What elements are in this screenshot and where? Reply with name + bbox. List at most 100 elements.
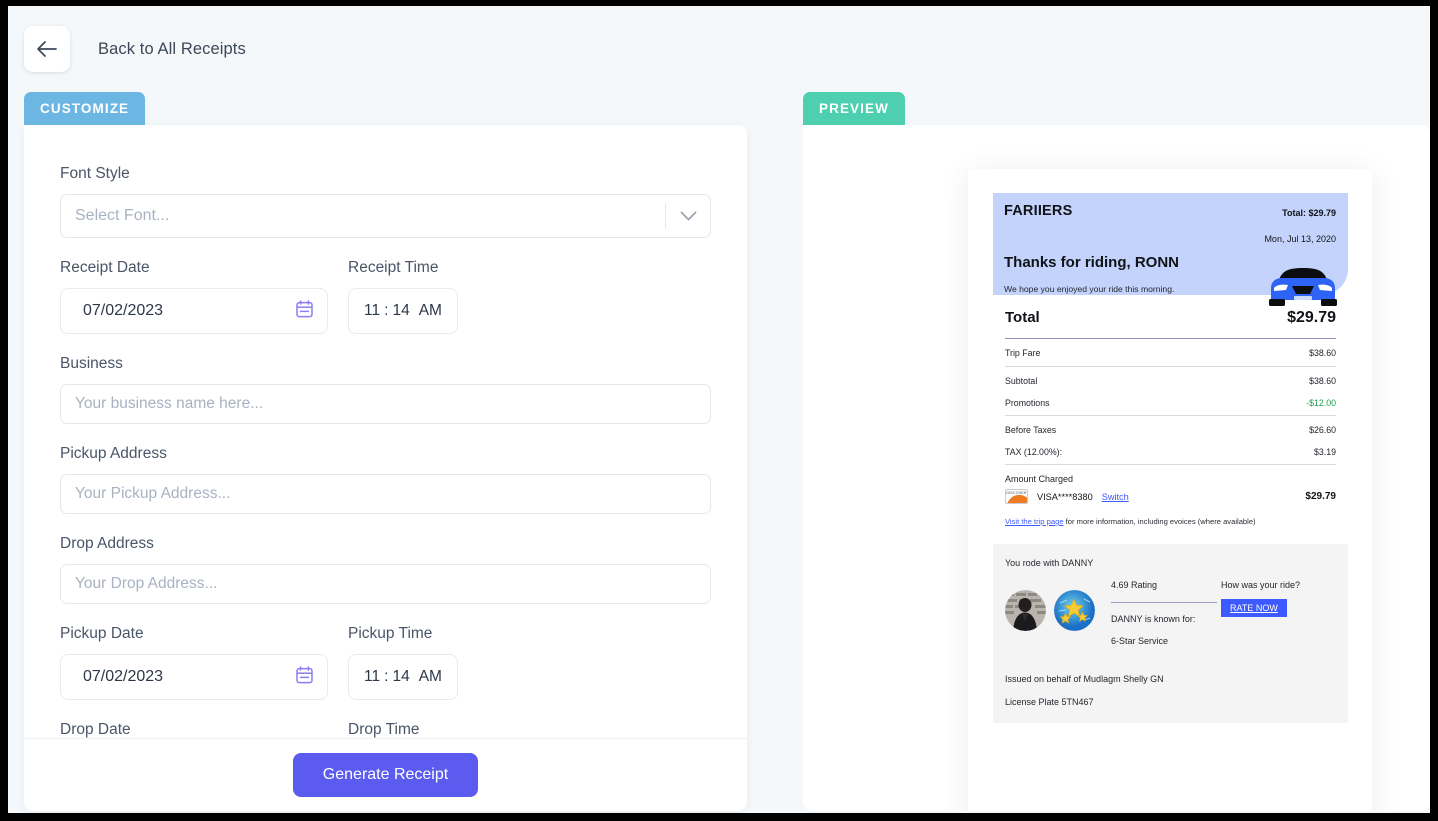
license-plate: License Plate 5TN467 bbox=[1005, 697, 1094, 707]
receipt-time-minute[interactable]: 14 bbox=[392, 302, 409, 320]
font-style-select[interactable]: Select Font... bbox=[60, 194, 711, 238]
field-receipt-time: Receipt Time 11 : 14 AM bbox=[348, 259, 458, 334]
app-frame: Back to All Receipts CUSTOMIZE Font Styl… bbox=[8, 6, 1430, 813]
field-drop-address: Drop Address bbox=[60, 535, 711, 604]
business-label: Business bbox=[60, 355, 123, 372]
line-amount: $3.19 bbox=[1313, 447, 1336, 457]
receipt-date-value: 07/02/2023 bbox=[83, 302, 164, 319]
pickup-date-value: 07/02/2023 bbox=[83, 668, 164, 685]
driver-rating-column: 4.69 Rating DANNY is known for: 6-Star S… bbox=[1111, 580, 1217, 646]
stars-badge-icon bbox=[1054, 590, 1095, 631]
field-drop-time: Drop Time bbox=[348, 721, 458, 738]
receipt-date-input[interactable]: 07/02/2023 bbox=[60, 288, 328, 334]
receipt-time-meridiem[interactable]: AM bbox=[419, 302, 442, 320]
line-amount: $38.60 bbox=[1309, 376, 1336, 386]
rate-column: How was your ride? RATE NOW bbox=[1221, 580, 1300, 617]
field-drop-date: Drop Date bbox=[60, 721, 328, 738]
generate-receipt-button[interactable]: Generate Receipt bbox=[292, 753, 479, 797]
font-style-value: Select Font... bbox=[75, 207, 170, 224]
receipt-hero-row: FARIIERS Total: $29.79 Mon, Jul 13, 2020 bbox=[1004, 203, 1336, 244]
pickup-time-hour[interactable]: 11 bbox=[364, 668, 380, 686]
receipt-time-input[interactable]: 11 : 14 AM bbox=[348, 288, 458, 334]
receipt-date-label: Receipt Date bbox=[60, 259, 150, 276]
receipt-brand: FARIIERS bbox=[1004, 203, 1073, 219]
chevron-down-icon[interactable] bbox=[666, 211, 710, 222]
switch-card-link[interactable]: Switch bbox=[1102, 492, 1129, 502]
drop-datetime-row: Drop Date Drop Time bbox=[60, 721, 711, 738]
how-was-ride-label: How was your ride? bbox=[1221, 580, 1301, 590]
line-amount: -$12.00 bbox=[1306, 398, 1336, 408]
drop-date-label: Drop Date bbox=[60, 721, 131, 738]
receipt-line-item-tax: TAX (12.00%): $3.19 bbox=[1005, 443, 1336, 464]
discover-card-icon: DISCOVER bbox=[1005, 489, 1028, 504]
form-footer: Generate Receipt bbox=[24, 738, 747, 811]
driver-service-tag: 6-Star Service bbox=[1111, 636, 1169, 646]
back-button[interactable] bbox=[24, 26, 70, 72]
driver-known-for-label: DANNY is known for: bbox=[1111, 614, 1196, 624]
pickup-time-meridiem[interactable]: AM bbox=[419, 668, 442, 686]
receipt-time-hour[interactable]: 11 bbox=[364, 302, 380, 320]
field-pickup-address: Pickup Address bbox=[60, 445, 711, 514]
payment-method-left: DISCOVER VISA****8380 Switch bbox=[1005, 489, 1129, 504]
receipt-total-label: Total bbox=[1005, 309, 1040, 326]
back-label: Back to All Receipts bbox=[98, 39, 246, 58]
card-charged-amount: $29.79 bbox=[1305, 491, 1336, 502]
receipt-total-small: Total: $29.79 bbox=[1282, 208, 1336, 218]
card-number: VISA****8380 bbox=[1037, 491, 1093, 502]
field-pickup-date: Pickup Date 07/02/2023 bbox=[60, 625, 328, 700]
drop-time-label: Drop Time bbox=[348, 721, 420, 738]
pickup-address-label: Pickup Address bbox=[60, 445, 167, 462]
tab-preview[interactable]: PREVIEW bbox=[803, 92, 905, 125]
trip-page-footnote: Visit the trip page for more information… bbox=[1005, 507, 1336, 538]
rode-with-label: You rode with DANNY bbox=[1005, 558, 1094, 568]
customize-column: CUSTOMIZE Font Style Select Font... Rece… bbox=[24, 92, 747, 813]
calendar-icon[interactable] bbox=[296, 299, 313, 323]
line-amount: $38.60 bbox=[1309, 348, 1336, 358]
amount-charged-label: Amount Charged bbox=[1005, 474, 1074, 484]
customize-panel: Font Style Select Font... Receipt Date 0… bbox=[24, 125, 747, 811]
driver-section: You rode with DANNY 4.69 Rating DANNY is… bbox=[993, 544, 1348, 723]
preview-panel: FARIIERS Total: $29.79 Mon, Jul 13, 2020… bbox=[803, 125, 1430, 811]
preview-column: PREVIEW FARIIERS Total: $29.79 Mon, Jul … bbox=[803, 92, 1430, 813]
pickup-time-input[interactable]: 11 : 14 AM bbox=[348, 654, 458, 700]
receipt-line-item: Trip Fare $38.60 bbox=[1005, 339, 1336, 366]
rating-divider bbox=[1111, 602, 1217, 603]
pickup-date-input[interactable]: 07/02/2023 bbox=[60, 654, 328, 700]
customize-form: Font Style Select Font... Receipt Date 0… bbox=[24, 125, 747, 738]
receipt-date: Mon, Jul 13, 2020 bbox=[1264, 234, 1336, 244]
driver-grid: 4.69 Rating DANNY is known for: 6-Star S… bbox=[1005, 580, 1336, 646]
line-label: Trip Fare bbox=[1005, 348, 1041, 358]
pickup-time-separator: : bbox=[384, 668, 389, 685]
tab-customize[interactable]: CUSTOMIZE bbox=[24, 92, 146, 125]
line-label: Promotions bbox=[1005, 398, 1050, 408]
line-label: TAX (12.00%): bbox=[1005, 447, 1063, 457]
business-input[interactable] bbox=[60, 384, 711, 424]
field-pickup-time: Pickup Time 11 : 14 AM bbox=[348, 625, 458, 700]
car-front-icon bbox=[1264, 264, 1342, 315]
driver-avatars bbox=[1005, 580, 1095, 631]
drop-address-input[interactable] bbox=[60, 564, 711, 604]
field-receipt-date: Receipt Date 07/02/2023 bbox=[60, 259, 328, 334]
receipt-line-item: Before Taxes $26.60 bbox=[1005, 416, 1336, 443]
arrow-left-icon bbox=[36, 40, 58, 58]
receipt-time-label: Receipt Time bbox=[348, 259, 439, 276]
receipt-hero: FARIIERS Total: $29.79 Mon, Jul 13, 2020… bbox=[993, 193, 1348, 306]
line-amount: $26.60 bbox=[1309, 425, 1336, 435]
rate-now-button[interactable]: RATE NOW bbox=[1221, 599, 1287, 617]
receipt-time-separator: : bbox=[384, 302, 389, 319]
footnote-rest: for more information, including evoices … bbox=[1063, 517, 1256, 526]
line-label: Subtotal bbox=[1005, 376, 1038, 386]
drop-address-label: Drop Address bbox=[60, 535, 154, 552]
visit-trip-page-link[interactable]: Visit the trip page bbox=[1005, 517, 1064, 526]
field-business: Business bbox=[60, 355, 711, 424]
receipt-body: Total $29.79 Trip Fare $38.60 Subtotal $… bbox=[993, 295, 1348, 538]
pickup-address-input[interactable] bbox=[60, 474, 711, 514]
receipt-document: FARIIERS Total: $29.79 Mon, Jul 13, 2020… bbox=[993, 193, 1348, 723]
receipt-line-item-promotions: Promotions -$12.00 bbox=[1005, 394, 1336, 415]
payment-method-row: DISCOVER VISA****8380 Switch $29.79 bbox=[1005, 489, 1336, 507]
receipt-datetime-row: Receipt Date 07/02/2023 Receipt Time 11 … bbox=[60, 259, 711, 334]
driver-rating: 4.69 Rating bbox=[1111, 580, 1158, 590]
pickup-time-minute[interactable]: 14 bbox=[392, 668, 409, 686]
main-columns: CUSTOMIZE Font Style Select Font... Rece… bbox=[8, 92, 1430, 813]
calendar-icon[interactable] bbox=[296, 665, 313, 689]
